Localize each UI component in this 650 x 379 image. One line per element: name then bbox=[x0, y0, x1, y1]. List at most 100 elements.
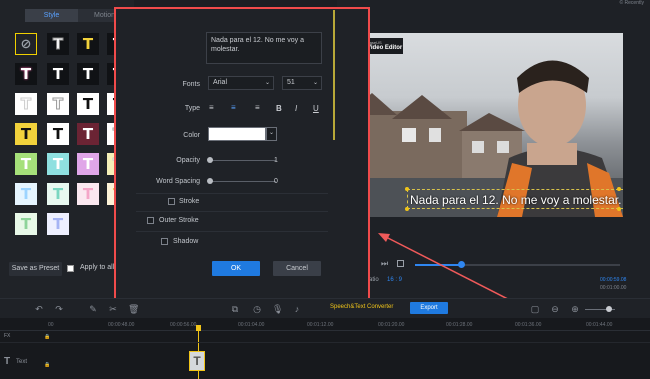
opacity-label: Opacity bbox=[176, 157, 200, 164]
lock-icon[interactable]: 🔒 bbox=[44, 334, 50, 340]
timeline-tick: 00 bbox=[48, 322, 54, 328]
timeline-tick: 00:00:56.00 bbox=[170, 322, 197, 328]
speech-text-converter-button[interactable]: Speech&Text Converter bbox=[330, 304, 393, 310]
stroke-label: Stroke bbox=[179, 198, 200, 205]
progress-track[interactable] bbox=[415, 264, 620, 266]
opacity-slider-track[interactable] bbox=[210, 160, 276, 161]
crop-icon[interactable]: ⧉ bbox=[230, 304, 240, 314]
edit-pencil-icon[interactable]: ✎ bbox=[88, 304, 98, 314]
stop-icon[interactable] bbox=[397, 260, 404, 267]
chevron-down-icon: ⌄ bbox=[312, 80, 318, 86]
fonts-label: Fonts bbox=[182, 81, 200, 88]
preset-white-box-2[interactable]: T bbox=[47, 93, 69, 115]
preset-pink-glow[interactable]: T bbox=[15, 63, 37, 85]
preset-black-on-yellow[interactable]: T bbox=[15, 123, 37, 145]
export-button[interactable]: Export bbox=[410, 302, 448, 314]
preset-yellow[interactable]: T bbox=[77, 33, 99, 55]
italic-button[interactable]: I bbox=[295, 104, 297, 113]
stroke-checkbox[interactable] bbox=[168, 198, 175, 205]
preset-lavender[interactable]: T bbox=[47, 213, 69, 235]
font-select[interactable]: Arial ⌄ bbox=[208, 76, 274, 90]
timeline-tick: 00:01:44.00 bbox=[586, 322, 613, 328]
timeline-tick: 00:01:12.00 bbox=[307, 322, 334, 328]
preset-white[interactable]: T bbox=[47, 63, 69, 85]
preview-panel: © Recently ▮▮ Eas bbox=[337, 0, 650, 298]
zoom-in-icon[interactable]: ⊕ bbox=[570, 304, 580, 314]
word-spacing-slider-knob[interactable] bbox=[207, 178, 213, 184]
text-clip[interactable]: T bbox=[189, 351, 205, 371]
cancel-button[interactable]: Cancel bbox=[273, 261, 321, 276]
preset-white-box[interactable]: T bbox=[15, 93, 37, 115]
ok-button[interactable]: OK bbox=[212, 261, 260, 276]
panel-scrollbar[interactable] bbox=[333, 10, 335, 140]
apply-to-all-checkbox[interactable] bbox=[67, 265, 74, 272]
undo-icon[interactable]: ↶ bbox=[34, 304, 44, 314]
preset-outline-white[interactable]: T bbox=[47, 33, 69, 55]
timeline-tick: 00:01:28.00 bbox=[446, 322, 473, 328]
resize-handle-tl[interactable] bbox=[405, 187, 409, 191]
preset-white-2[interactable]: T bbox=[77, 63, 99, 85]
progress-knob[interactable] bbox=[458, 261, 465, 268]
preset-black-on-white-3[interactable]: T bbox=[47, 123, 69, 145]
align-right-icon[interactable]: ≡ bbox=[255, 103, 260, 112]
lock-icon[interactable]: 🔒 bbox=[44, 362, 50, 368]
word-spacing-value: 0 bbox=[274, 178, 278, 185]
outer-stroke-checkbox[interactable] bbox=[147, 217, 154, 224]
preset-pink[interactable]: T bbox=[77, 183, 99, 205]
aspect-ratio-value[interactable]: 16 : 9 bbox=[387, 277, 402, 283]
audio-icon[interactable]: ♪ bbox=[292, 304, 302, 314]
resize-handle-bl[interactable] bbox=[405, 207, 409, 211]
preset-pale-green[interactable]: T bbox=[15, 213, 37, 235]
speed-icon[interactable]: ◷ bbox=[252, 304, 262, 314]
shadow-checkbox[interactable] bbox=[161, 238, 168, 245]
preset-white-on-maroon[interactable]: T bbox=[77, 123, 99, 145]
opacity-value: 1 bbox=[274, 157, 278, 164]
font-size-select[interactable]: 51 ⌄ bbox=[282, 76, 322, 90]
color-label: Color bbox=[183, 132, 200, 139]
resize-handle-br[interactable] bbox=[617, 207, 621, 211]
opacity-slider-knob[interactable] bbox=[207, 157, 213, 163]
align-center-icon[interactable]: ≡ bbox=[231, 103, 236, 112]
cut-icon[interactable]: ✂ bbox=[108, 304, 118, 314]
align-left-icon[interactable]: ≡ bbox=[209, 103, 214, 112]
apply-to-all-label: Apply to all bbox=[80, 264, 115, 271]
preset-black-on-white[interactable]: T bbox=[77, 93, 99, 115]
divider bbox=[136, 193, 328, 194]
delete-icon[interactable]: 🗑 bbox=[128, 304, 139, 314]
save-as-preset-button[interactable]: Save as Preset bbox=[9, 262, 62, 276]
font-size-value: 51 bbox=[287, 79, 295, 86]
preset-light-blue[interactable]: T bbox=[15, 183, 37, 205]
zoom-slider-knob[interactable] bbox=[606, 306, 612, 312]
subtitle-text: Nada para el 12. No me voy a molestar. bbox=[410, 193, 622, 207]
tab-style[interactable]: Style bbox=[25, 9, 78, 22]
logo-line2: Video Editor bbox=[367, 45, 403, 51]
timeline-tick: 00:01:36.00 bbox=[515, 322, 542, 328]
text-settings-dialog: Nada para el 12. No me voy a molestar. F… bbox=[114, 7, 370, 305]
underline-button[interactable]: U bbox=[313, 104, 319, 113]
redo-icon[interactable]: ↷ bbox=[54, 304, 64, 314]
timeline-tick: 00:00:48.00 bbox=[108, 322, 135, 328]
color-dropdown-chevron-icon[interactable]: ⌄ bbox=[266, 127, 277, 141]
text-track-icon: T bbox=[4, 356, 11, 367]
timeline-toolbar: ↶ ↷ ✎ ✂ 🗑 ⧉ ◷ 🎙 ♪ Speech&Text Converter … bbox=[0, 298, 650, 318]
video-frame: ▮▮ EaseUS Video Editor Nada para el 12. … bbox=[347, 33, 623, 217]
mic-icon[interactable]: 🎙 bbox=[272, 304, 283, 314]
preset-none-icon[interactable]: ⊘ bbox=[15, 33, 37, 55]
bold-button[interactable]: B bbox=[276, 104, 282, 113]
color-picker-swatch[interactable] bbox=[208, 127, 266, 141]
zoom-out-icon[interactable]: ⊖ bbox=[550, 304, 560, 314]
subtitle-text-input[interactable]: Nada para el 12. No me voy a molestar. bbox=[206, 32, 322, 64]
preset-violet[interactable]: T bbox=[77, 153, 99, 175]
fx-track-label: FX bbox=[4, 333, 11, 339]
preset-mint[interactable]: T bbox=[47, 183, 69, 205]
preset-cyan[interactable]: T bbox=[47, 153, 69, 175]
word-spacing-slider-track[interactable] bbox=[210, 181, 276, 182]
shadow-label: Shadow bbox=[173, 238, 199, 245]
next-frame-icon[interactable]: ⏭ bbox=[381, 259, 388, 269]
preset-green[interactable]: T bbox=[15, 153, 37, 175]
recently-hint: © Recently bbox=[619, 0, 644, 6]
resize-handle-tr[interactable] bbox=[617, 187, 621, 191]
timeline: 00 00:00:48.00 00:00:56.00 00:01:04.00 0… bbox=[0, 318, 650, 379]
fit-icon[interactable]: ▢ bbox=[530, 304, 540, 314]
subtitle-box[interactable]: Nada para el 12. No me voy a molestar. bbox=[407, 189, 623, 209]
